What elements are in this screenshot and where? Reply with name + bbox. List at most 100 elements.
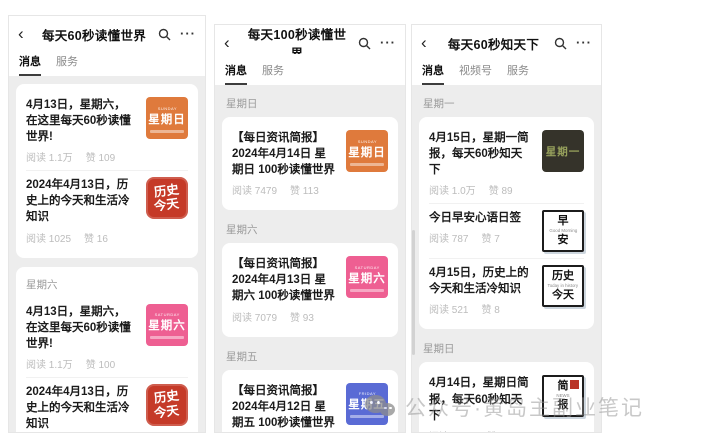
more-icon[interactable]: ··· bbox=[180, 29, 196, 39]
good-morning-thumbnail[interactable]: 早 Good Morning 安 bbox=[542, 210, 584, 252]
article-item[interactable]: 2024年4月13日，历史上的今天和生活冷知识 阅读 1003 赞 13 历史 … bbox=[26, 377, 188, 432]
weekday-sunday-thumbnail[interactable]: SUNDAY 星期日 bbox=[146, 97, 188, 139]
article-title: 4月13日，星期六，在这里每天60秒读懂世界! bbox=[26, 304, 136, 352]
tab-channels[interactable]: 视频号 bbox=[459, 62, 492, 85]
panel-header: ‹ 每天100秒读懂世界 ··· bbox=[215, 25, 405, 54]
read-count: 阅读 7479 bbox=[232, 182, 277, 197]
tab-bar: 消息 服务 bbox=[9, 45, 205, 76]
tab-messages[interactable]: 消息 bbox=[225, 62, 247, 85]
more-icon[interactable]: ··· bbox=[576, 38, 592, 48]
account-panel-60s-world: ‹ 每天60秒读懂世界 ··· 消息 服务 4月13日，星期六，在这里每天60秒… bbox=[8, 15, 206, 433]
section-label: 星期六 bbox=[26, 277, 188, 292]
news-brief-thumbnail[interactable]: 简 NEWS 报 bbox=[542, 375, 584, 417]
day-card: 4月14日，星期日简报，每天60秒知天下 阅读 6472 赞 68 简 NEWS… bbox=[419, 362, 594, 432]
article-title: 4月15日，历史上的今天和生活冷知识 bbox=[429, 265, 532, 297]
like-count: 赞 109 bbox=[86, 149, 115, 164]
day-card: 4月15日，星期一简报，每天60秒知天下 阅读 1.0万 赞 89 星期一 今日… bbox=[419, 117, 594, 329]
article-item[interactable]: 4月13日，星期六，在这里每天60秒读懂世界! 阅读 1.1万 赞 109 SU… bbox=[26, 91, 188, 170]
read-count: 阅读 521 bbox=[429, 301, 468, 316]
section-label: 星期五 bbox=[226, 349, 394, 364]
frame-mid-text: Today in history bbox=[548, 284, 579, 288]
article-meta: 阅读 1.1万 赞 100 bbox=[26, 356, 136, 371]
tab-services[interactable]: 服务 bbox=[507, 62, 529, 85]
frame-top-text: 简 bbox=[558, 381, 569, 393]
article-item[interactable]: 2024年4月13日，历史上的今天和生活冷知识 阅读 1025 赞 16 历史 … bbox=[26, 170, 188, 250]
article-meta: 阅读 787 赞 7 bbox=[429, 230, 532, 245]
read-count: 阅读 1.1万 bbox=[26, 356, 73, 371]
article-item[interactable]: 4月14日，星期日简报，每天60秒知天下 阅读 6472 赞 68 简 NEWS… bbox=[429, 369, 584, 432]
read-count: 阅读 787 bbox=[429, 230, 468, 245]
article-meta: 阅读 1.0万 赞 89 bbox=[429, 182, 532, 197]
like-count: 赞 8 bbox=[481, 301, 499, 316]
article-title: 【每日资讯简报】2024年4月12日 星期五 100秒读懂世界 bbox=[232, 383, 336, 431]
back-icon[interactable]: ‹ bbox=[421, 34, 439, 52]
thumb-eng-label: SUNDAY bbox=[357, 139, 376, 144]
article-item[interactable]: 4月15日，星期一简报，每天60秒知天下 阅读 1.0万 赞 89 星期一 bbox=[429, 124, 584, 203]
article-meta: 阅读 7079 赞 93 bbox=[232, 309, 336, 324]
thumb-eng-label: FRIDAY bbox=[358, 391, 375, 396]
message-list: 星期日 【每日资讯简报】2024年4月14日 星期日 100秒读懂世界 阅读 7… bbox=[215, 85, 405, 432]
history-seal-thumbnail[interactable]: 历史 今天 bbox=[146, 384, 188, 426]
weekday-sunday-thumbnail[interactable]: SUNDAY 星期日 bbox=[346, 130, 388, 172]
weekday-monday-thumbnail[interactable]: 星期一 bbox=[542, 130, 584, 172]
article-item[interactable]: 4月13日，星期六，在这里每天60秒读懂世界! 阅读 1.1万 赞 100 SA… bbox=[26, 298, 188, 377]
more-icon[interactable]: ··· bbox=[380, 38, 396, 48]
today-in-history-thumbnail[interactable]: 历史 Today in history 今天 bbox=[542, 265, 584, 307]
frame-mid-text: NEWS bbox=[556, 394, 569, 398]
article-item[interactable]: 今日早安心语日签 阅读 787 赞 7 早 Good Morning 安 bbox=[429, 203, 584, 258]
thumb-day-label: 星期日 bbox=[148, 111, 186, 127]
seal-text-bottom: 今天 bbox=[154, 403, 181, 421]
tab-bar: 消息 视频号 服务 bbox=[412, 54, 601, 85]
frame-top-text: 早 bbox=[558, 216, 569, 228]
tab-services[interactable]: 服务 bbox=[262, 62, 284, 85]
news-red-badge bbox=[570, 380, 579, 389]
panel-header: ‹ 每天60秒读懂世界 ··· bbox=[9, 16, 205, 45]
day-card: 【每日资讯简报】2024年4月14日 星期日 100秒读懂世界 阅读 7479 … bbox=[222, 117, 398, 210]
thumb-day-label: 星期一 bbox=[546, 144, 581, 159]
thumb-day-label: 星期六 bbox=[348, 270, 386, 286]
thumb-day-label: 星期五 bbox=[348, 396, 386, 412]
read-count: 阅读 6472 bbox=[429, 428, 474, 432]
thumb-decor-strip bbox=[350, 289, 384, 292]
message-list: 4月13日，星期六，在这里每天60秒读懂世界! 阅读 1.1万 赞 109 SU… bbox=[9, 76, 205, 432]
article-item[interactable]: 4月15日，历史上的今天和生活冷知识 阅读 521 赞 8 历史 Today i… bbox=[429, 258, 584, 322]
article-title: 【每日资讯简报】2024年4月13日 星期六 100秒读懂世界 bbox=[232, 256, 336, 304]
history-seal-thumbnail[interactable]: 历史 今天 bbox=[146, 177, 188, 219]
tab-messages[interactable]: 消息 bbox=[422, 62, 444, 85]
article-item[interactable]: 【每日资讯简报】2024年4月12日 星期五 100秒读懂世界 阅读 6177 … bbox=[232, 377, 388, 432]
read-count: 阅读 1025 bbox=[26, 230, 71, 245]
back-icon[interactable]: ‹ bbox=[224, 34, 242, 52]
read-count: 阅读 1.0万 bbox=[429, 182, 476, 197]
like-count: 赞 68 bbox=[487, 428, 511, 432]
weekday-saturday-thumbnail[interactable]: SATURDAY 星期六 bbox=[346, 256, 388, 298]
article-title: 4月14日，星期日简报，每天60秒知天下 bbox=[429, 375, 532, 423]
frame-mid-text: Good Morning bbox=[549, 229, 577, 233]
article-title: 4月13日，星期六，在这里每天60秒读懂世界! bbox=[26, 97, 136, 145]
like-count: 赞 16 bbox=[84, 230, 108, 245]
account-panel-100s-world: ‹ 每天100秒读懂世界 ··· 消息 服务 星期日 【每日资讯简报】2024年… bbox=[214, 24, 406, 433]
thumb-decor-strip bbox=[150, 130, 184, 133]
scrollbar[interactable] bbox=[412, 230, 415, 355]
account-panel-60s-news: ‹ 每天60秒知天下 ··· 消息 视频号 服务 星期一 4月15日，星期一简报… bbox=[411, 24, 602, 433]
weekday-friday-thumbnail[interactable]: FRIDAY 星期五 bbox=[346, 383, 388, 425]
search-icon[interactable] bbox=[158, 28, 171, 41]
article-meta: 阅读 521 赞 8 bbox=[429, 301, 532, 316]
thumb-eng-label: SUNDAY bbox=[157, 106, 176, 111]
like-count: 赞 100 bbox=[86, 356, 115, 371]
weekday-saturday-thumbnail[interactable]: SATURDAY 星期六 bbox=[146, 304, 188, 346]
thumb-day-label: 星期日 bbox=[348, 144, 386, 160]
tab-services[interactable]: 服务 bbox=[56, 53, 78, 76]
back-icon[interactable]: ‹ bbox=[18, 25, 36, 43]
thumb-eng-label: SATURDAY bbox=[354, 265, 379, 270]
account-title: 每天60秒读懂世界 bbox=[36, 25, 152, 44]
thumb-decor-strip bbox=[350, 163, 384, 166]
search-icon[interactable] bbox=[554, 37, 567, 50]
tab-messages[interactable]: 消息 bbox=[19, 53, 41, 76]
article-item[interactable]: 【每日资讯简报】2024年4月13日 星期六 100秒读懂世界 阅读 7079 … bbox=[232, 250, 388, 329]
read-count: 阅读 7079 bbox=[232, 309, 277, 324]
frame-bottom-text: 报 bbox=[558, 400, 569, 412]
article-meta: 阅读 6472 赞 68 bbox=[429, 428, 532, 432]
thumb-eng-label: SATURDAY bbox=[154, 312, 179, 317]
search-icon[interactable] bbox=[358, 37, 371, 50]
article-item[interactable]: 【每日资讯简报】2024年4月14日 星期日 100秒读懂世界 阅读 7479 … bbox=[232, 124, 388, 203]
